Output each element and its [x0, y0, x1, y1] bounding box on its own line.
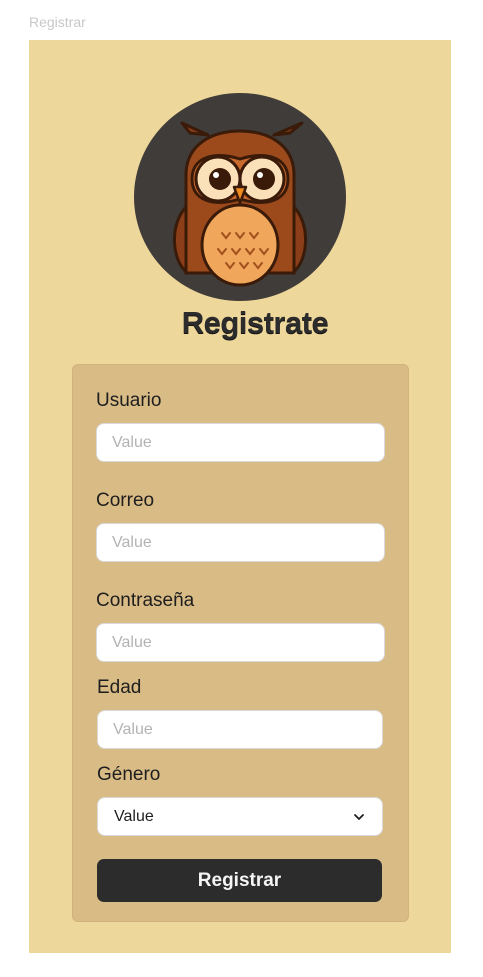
age-input[interactable]: [97, 710, 383, 749]
age-label: Edad: [97, 677, 142, 698]
username-input[interactable]: [96, 423, 385, 462]
owl-avatar: [134, 93, 346, 301]
gender-select-value: Value: [114, 807, 154, 825]
register-page: Registrate Usuario Correo Contraseña Eda…: [29, 40, 451, 953]
gender-label: Género: [97, 764, 161, 785]
register-form: Usuario Correo Contraseña Edad Género Va…: [72, 364, 409, 922]
gender-select[interactable]: Value: [97, 797, 383, 836]
password-input[interactable]: [96, 623, 385, 662]
register-button[interactable]: Registrar: [97, 859, 382, 902]
username-label: Usuario: [96, 390, 162, 411]
password-label: Contraseña: [96, 590, 195, 611]
chevron-down-icon: [354, 813, 364, 820]
email-input[interactable]: [96, 523, 385, 562]
owl-mascot-icon: [173, 121, 307, 287]
page-title: Registrate: [181, 305, 329, 340]
email-label: Correo: [96, 490, 155, 511]
frame-label: Registrar: [29, 14, 86, 30]
